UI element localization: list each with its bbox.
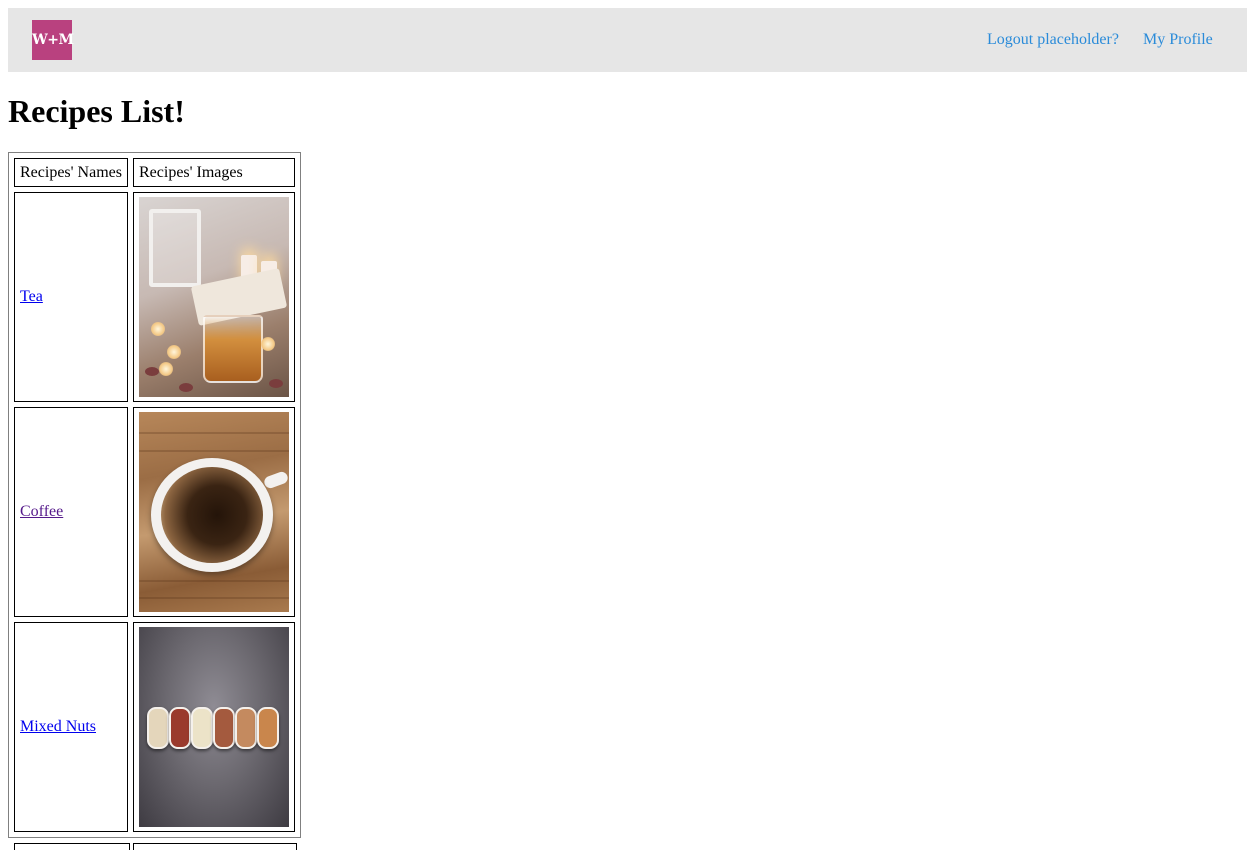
wood-grain xyxy=(139,580,289,582)
my-profile-link[interactable]: My Profile xyxy=(1143,31,1213,49)
mixed-nuts-photo xyxy=(139,627,289,827)
string-light-decoration xyxy=(159,362,173,376)
table-row: Mixed Nuts xyxy=(14,622,295,832)
table-row: Tea xyxy=(14,192,295,402)
recipe-link-mixed-nuts[interactable]: Mixed Nuts xyxy=(20,718,96,735)
lantern-decoration xyxy=(149,209,201,287)
recipes-table: Recipes' Names Recipes' Images Tea Coffe… xyxy=(8,152,301,838)
page-title: Recipes List! xyxy=(8,93,185,129)
column-header-images: Recipes' Images xyxy=(133,158,295,187)
recipe-image-cell xyxy=(133,407,295,617)
dried-leaf-decoration xyxy=(269,379,283,388)
string-light-decoration xyxy=(167,345,181,359)
wood-grain xyxy=(139,597,289,599)
wood-grain xyxy=(139,432,289,434)
dried-leaf-decoration xyxy=(179,383,193,392)
recipe-link-tea[interactable]: Tea xyxy=(20,288,43,305)
nut-bowl xyxy=(191,707,213,749)
coffee-photo xyxy=(139,412,289,612)
string-light-decoration xyxy=(261,337,275,351)
brand-logo[interactable]: W+M xyxy=(32,20,74,60)
coffee-surface xyxy=(161,467,263,563)
dried-leaf-decoration xyxy=(145,367,159,376)
recipe-name-cell: Coffee xyxy=(14,407,128,617)
tea-cup-decoration xyxy=(203,315,263,383)
table-row-partial xyxy=(14,843,130,850)
table-row: Coffee xyxy=(14,407,295,617)
recipe-name-cell: Tea xyxy=(14,192,128,402)
nut-bowl xyxy=(169,707,191,749)
nut-bowl xyxy=(147,707,169,749)
column-header-names: Recipes' Names xyxy=(14,158,128,187)
wood-grain xyxy=(139,450,289,452)
recipe-name-cell: Mixed Nuts xyxy=(14,622,128,832)
nut-bowl xyxy=(213,707,235,749)
tea-photo xyxy=(139,197,289,397)
recipe-link-coffee[interactable]: Coffee xyxy=(20,503,63,520)
logout-link[interactable]: Logout placeholder? xyxy=(987,31,1119,49)
table-row-partial xyxy=(133,843,297,850)
nut-bowl xyxy=(235,707,257,749)
nut-bowl xyxy=(257,707,279,749)
cup-handle xyxy=(262,470,289,490)
string-light-decoration xyxy=(151,322,165,336)
table-header-row: Recipes' Names Recipes' Images xyxy=(14,158,295,187)
recipe-image-cell xyxy=(133,192,295,402)
top-navbar: W+M Logout placeholder? My Profile xyxy=(8,8,1247,72)
recipe-image-cell xyxy=(133,622,295,832)
